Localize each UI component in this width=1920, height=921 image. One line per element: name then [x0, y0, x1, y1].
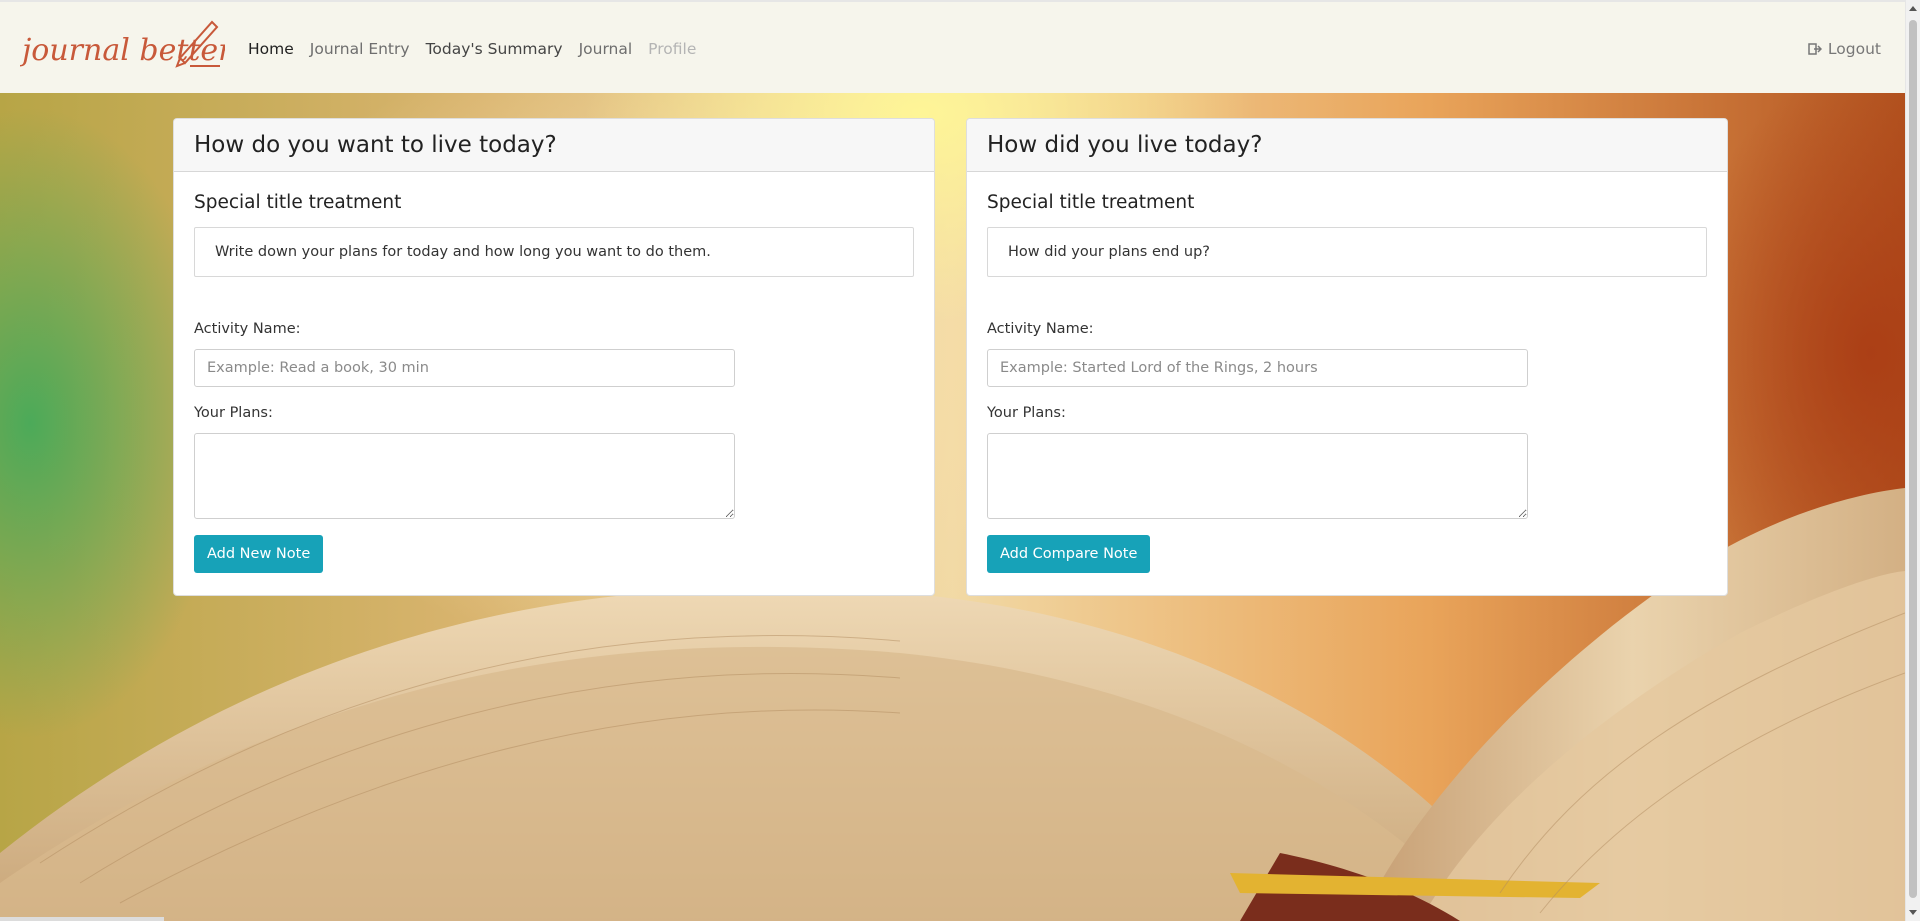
nav-links: Home Journal Entry Today's Summary Journ…: [248, 2, 712, 95]
compare-card-text: How did your plans end up?: [987, 227, 1707, 277]
plan-card-body: Special title treatment Write down your …: [174, 172, 934, 593]
logout-link[interactable]: Logout: [1808, 2, 1881, 95]
compare-card-body: Special title treatment How did your pla…: [967, 172, 1727, 593]
scroll-up-icon[interactable]: [1909, 6, 1917, 11]
add-compare-note-button[interactable]: Add Compare Note: [987, 535, 1151, 573]
nav-home[interactable]: Home: [248, 40, 294, 58]
logout-label: Logout: [1827, 39, 1881, 58]
scroll-down-icon[interactable]: [1909, 910, 1917, 915]
page: journal better Home Journal Entry Today'…: [0, 0, 1905, 921]
plan-card-heading: How do you want to live today?: [194, 132, 557, 158]
compare-activity-name-input[interactable]: [987, 349, 1528, 387]
top-navbar: journal better Home Journal Entry Today'…: [0, 0, 1905, 93]
plan-card: How do you want to live today? Special t…: [173, 118, 935, 596]
nav-todays-summary[interactable]: Today's Summary: [426, 40, 563, 58]
your-plans-textarea[interactable]: [194, 433, 735, 519]
compare-card-heading: How did you live today?: [987, 132, 1263, 158]
nav-profile[interactable]: Profile: [648, 40, 696, 58]
scroll-thumb[interactable]: [1909, 20, 1917, 898]
plan-card-text: Write down your plans for today and how …: [194, 227, 914, 277]
bottom-progress-indicator: [0, 917, 164, 921]
activity-name-label: Activity Name:: [987, 321, 1094, 337]
plan-card-title: Special title treatment: [194, 192, 402, 213]
nav-journal-entry[interactable]: Journal Entry: [310, 40, 410, 58]
your-plans-label: Your Plans:: [194, 405, 273, 421]
activity-name-label: Activity Name:: [194, 321, 301, 337]
compare-card-title: Special title treatment: [987, 192, 1195, 213]
your-plans-label: Your Plans:: [987, 405, 1066, 421]
compare-plans-textarea[interactable]: [987, 433, 1528, 519]
page-scrollbar[interactable]: [1905, 0, 1920, 921]
sign-out-icon: [1808, 42, 1822, 56]
compare-card-header: How did you live today?: [967, 119, 1727, 172]
brand-text: journal better: [20, 33, 225, 68]
compare-card: How did you live today? Special title tr…: [966, 118, 1728, 596]
plan-card-header: How do you want to live today?: [174, 119, 934, 172]
brand-logo[interactable]: journal better: [16, 16, 234, 86]
activity-name-input[interactable]: [194, 349, 735, 387]
nav-journal[interactable]: Journal: [579, 40, 633, 58]
add-new-note-button[interactable]: Add New Note: [194, 535, 324, 573]
